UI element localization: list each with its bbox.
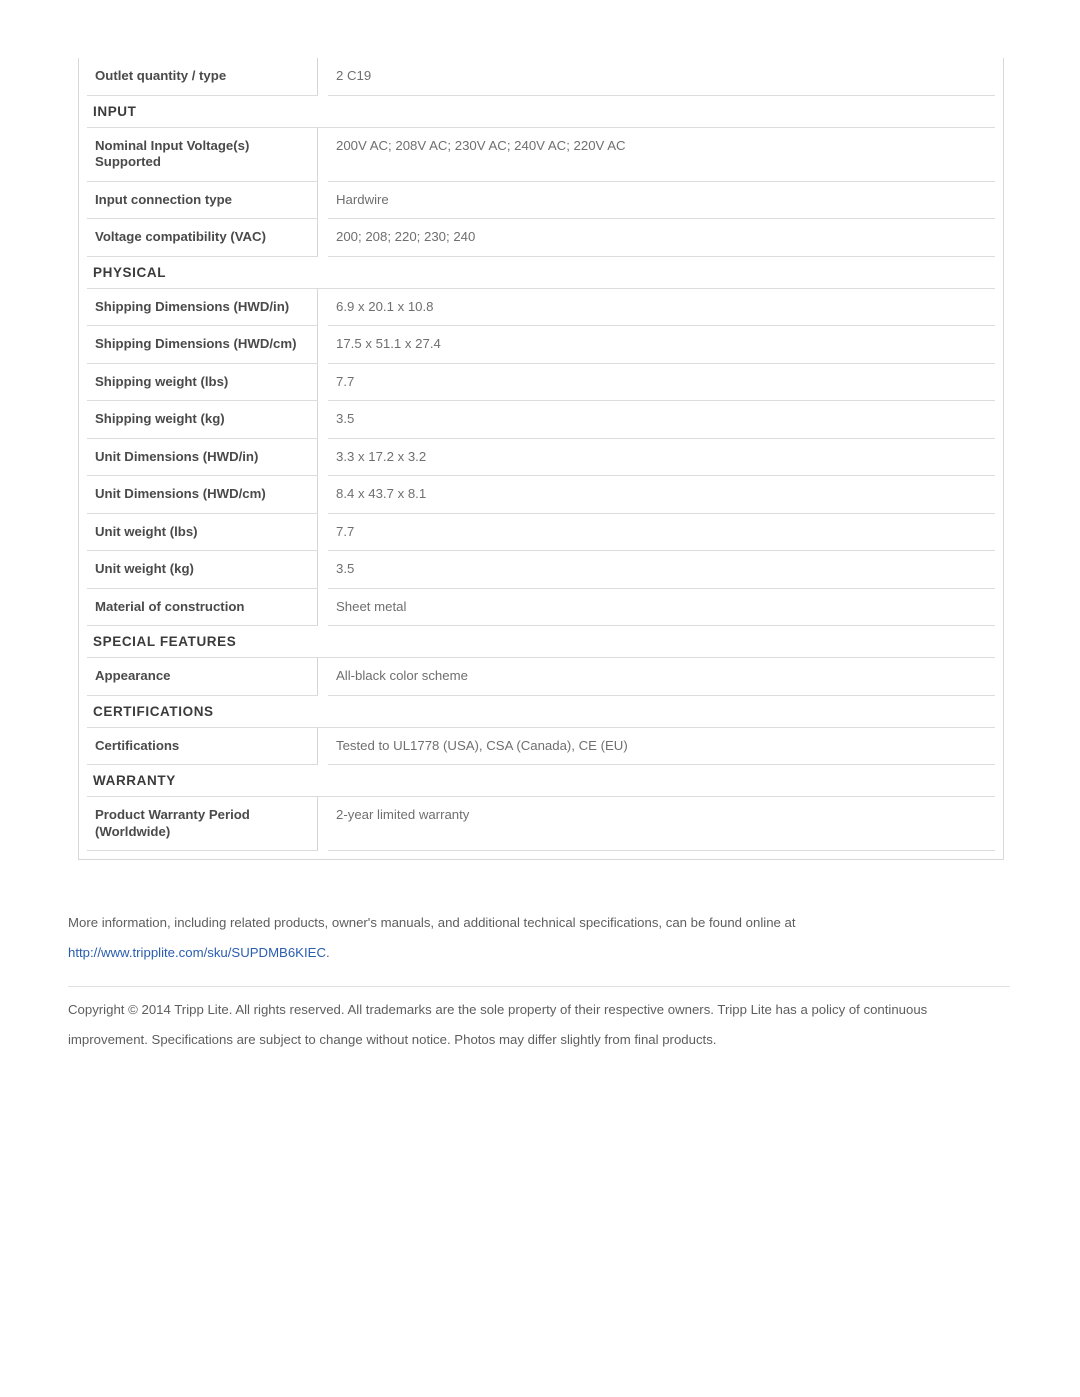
spec-section-header-row: PHYSICAL <box>87 257 995 289</box>
spec-row: Appearance All-black color scheme <box>87 658 995 696</box>
spec-row-label: Shipping Dimensions (HWD/cm) <box>87 326 318 364</box>
product-page-link[interactable]: http://www.tripplite.com/sku/SUPDMB6KIEC <box>68 945 326 960</box>
spec-row-label: Certifications <box>87 727 318 765</box>
spec-section-label: INPUT <box>93 103 137 119</box>
spec-row: Input connection type Hardwire <box>87 181 995 220</box>
spec-row-label: Unit weight (kg) <box>87 551 318 589</box>
spec-row-value: 3.3 x 17.2 x 3.2 <box>328 439 995 476</box>
spec-row: Material of construction Sheet metal <box>87 588 995 627</box>
spec-row-gutter <box>318 219 328 257</box>
specifications-table-body: Outlet quantity / type 2 C19 INPUT Nominal … <box>87 58 995 851</box>
spec-row: Certifications Tested to UL1778 (USA), CS… <box>87 727 995 766</box>
footer-divider <box>68 986 1010 987</box>
spec-row-label: Shipping Dimensions (HWD/in) <box>87 288 318 326</box>
spec-row-label: Nominal Input Voltage(s) Supported <box>87 127 318 182</box>
spec-section-header-cell: CERTIFICATIONS <box>87 696 995 728</box>
spec-row-gutter <box>318 658 328 696</box>
spec-row-value: Sheet metal <box>328 589 995 626</box>
spec-row-value: 7.7 <box>328 514 995 551</box>
copyright-text: Copyright © 2014 Tripp Lite. All rights … <box>68 1002 928 1047</box>
spec-section-header-cell: PHYSICAL <box>87 257 995 289</box>
spec-row-value: All-black color scheme <box>328 658 995 696</box>
spec-section-header-row: WARRANTY <box>87 765 995 797</box>
spec-row-gutter <box>318 589 328 627</box>
spec-row: Voltage compatibility (VAC) 200; 208; 220… <box>87 219 995 257</box>
spec-row: Unit weight (kg) 3.5 <box>87 551 995 589</box>
spec-row: Outlet quantity / type 2 C19 <box>87 58 995 96</box>
spec-row-value: 3.5 <box>328 401 995 439</box>
product-page-link-wrapper: http://www.tripplite.com/sku/SUPDMB6KIEC… <box>68 945 330 960</box>
spec-row-value: 2 C19 <box>328 58 995 96</box>
spec-row-label: Appearance <box>87 658 318 696</box>
spec-row-value: 8.4 x 43.7 x 8.1 <box>328 476 995 514</box>
spec-section-header-row: INPUT <box>87 96 995 128</box>
spec-row-label: Product Warranty Period (Worldwide) <box>87 797 318 851</box>
spec-row: Shipping Dimensions (HWD/cm) 17.5 x 51.1 … <box>87 326 995 364</box>
more-information-text: More information, including related prod… <box>68 915 796 930</box>
spec-section-header-row: SPECIAL FEATURES <box>87 626 995 658</box>
spec-row-value: 200V AC; 208V AC; 230V AC; 240V AC; 220V… <box>328 128 995 182</box>
spec-section-label: WARRANTY <box>93 773 176 788</box>
spec-section-header-cell: WARRANTY <box>87 765 995 797</box>
spec-row-value: 6.9 x 20.1 x 10.8 <box>328 289 995 326</box>
spec-row-gutter <box>318 289 328 327</box>
spec-row-label: Unit weight (lbs) <box>87 513 318 551</box>
spec-section-label: SPECIAL FEATURES <box>93 634 237 649</box>
spec-section-header-cell: SPECIAL FEATURES <box>87 626 995 658</box>
spec-row-label: Unit Dimensions (HWD/in) <box>87 438 318 476</box>
spec-row: Shipping Dimensions (HWD/in) 6.9 x 20.1 x… <box>87 288 995 327</box>
spec-row-label: Shipping weight (kg) <box>87 401 318 439</box>
specifications-table-container: Outlet quantity / type 2 C19 INPUT Nominal … <box>78 58 1004 860</box>
spec-row: Unit Dimensions (HWD/in) 3.3 x 17.2 x 3.2 <box>87 438 995 477</box>
spec-row-value: 3.5 <box>328 551 995 589</box>
spec-row-label: Shipping weight (lbs) <box>87 363 318 401</box>
spec-row-gutter <box>318 401 328 439</box>
spec-row-gutter <box>318 551 328 589</box>
spec-section-header-row: CERTIFICATIONS <box>87 696 995 728</box>
spec-section-header-cell: INPUT <box>87 96 995 128</box>
spec-row-value: Hardwire <box>328 182 995 219</box>
spec-section-label: PHYSICAL <box>93 264 167 280</box>
spec-row-label: Outlet quantity / type <box>87 58 318 96</box>
spec-row-gutter <box>318 364 328 402</box>
footer: More information, including related prod… <box>68 908 1010 1055</box>
spec-row-label: Unit Dimensions (HWD/cm) <box>87 476 318 514</box>
spec-row-gutter <box>318 58 328 96</box>
spec-row: Product Warranty Period (Worldwide) 2-yea… <box>87 797 995 851</box>
spec-row: Nominal Input Voltage(s) Supported 200V A… <box>87 127 995 182</box>
spec-row-value: Tested to UL1778 (USA), CSA (Canada), CE… <box>328 728 995 765</box>
spec-row-gutter <box>318 128 328 182</box>
link-trailing-period: . <box>325 945 330 960</box>
spec-row-gutter <box>318 797 328 851</box>
spec-row-gutter <box>318 728 328 766</box>
spec-row-value: 17.5 x 51.1 x 27.4 <box>328 326 995 364</box>
spec-row-gutter <box>318 182 328 220</box>
spec-row-value: 2-year limited warranty <box>328 797 995 851</box>
spec-row-gutter <box>318 476 328 514</box>
spec-row-value: 7.7 <box>328 364 995 401</box>
spec-row-label: Material of construction <box>87 588 318 626</box>
spec-row: Shipping weight (lbs) 7.7 <box>87 363 995 402</box>
spec-row-gutter <box>318 439 328 477</box>
spec-row-gutter <box>318 326 328 364</box>
spec-row-value: 200; 208; 220; 230; 240 <box>328 219 995 257</box>
spec-section-label: CERTIFICATIONS <box>93 703 214 719</box>
spec-row-gutter <box>318 514 328 552</box>
spec-row: Unit Dimensions (HWD/cm) 8.4 x 43.7 x 8.1 <box>87 476 995 514</box>
spec-row: Unit weight (lbs) 7.7 <box>87 513 995 552</box>
spec-row: Shipping weight (kg) 3.5 <box>87 401 995 439</box>
specifications-table: Outlet quantity / type 2 C19 INPUT Nominal … <box>87 58 995 851</box>
spec-row-label: Input connection type <box>87 181 318 219</box>
spec-row-label: Voltage compatibility (VAC) <box>87 219 318 257</box>
